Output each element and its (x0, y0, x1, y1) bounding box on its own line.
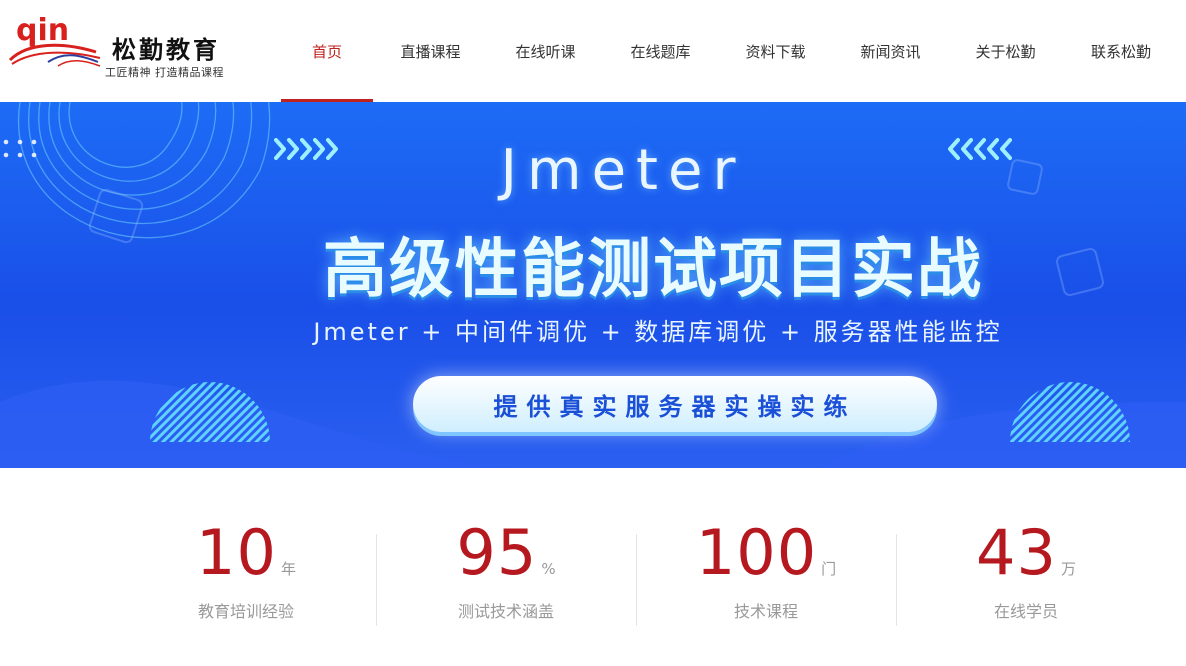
nav-item-contact[interactable]: 联系松勤 (1063, 0, 1179, 102)
stat-experience: 10 年 教育培训经验 (116, 510, 376, 630)
banner-cta-label: 提供真实服务器实操实练 (493, 392, 857, 421)
hero-banner[interactable]: Jmeter 高级性能测试项目实战 Jmeter + 中间件调优 + 数据库调优… (0, 102, 1186, 468)
nav-item-downloads[interactable]: 资料下载 (718, 0, 833, 102)
nav-item-live-courses[interactable]: 直播课程 (373, 0, 488, 102)
stat-value: 100 (695, 516, 818, 589)
stat-value: 43 (976, 516, 1057, 589)
nav-item-online-lessons[interactable]: 在线听课 (488, 0, 603, 102)
brand-logo[interactable]: qin 松勤教育 工匠精神 打造精品课程 (8, 12, 238, 82)
stat-unit: 门 (821, 560, 837, 578)
stat-label: 在线学员 (993, 602, 1058, 621)
stat-value: 10 (196, 516, 277, 589)
banner-cta-pill[interactable]: 提供真实服务器实操实练 (413, 376, 937, 432)
stat-courses: 100 门 技术课程 (636, 510, 896, 630)
stat-value: 95 (456, 516, 538, 589)
stat-unit: % (541, 560, 556, 578)
stats-row: 10 年 教育培训经验 95% 测试技术涵盖 100 门 技术课程 43 万 在线学员 (116, 510, 1156, 640)
nav-item-home[interactable]: 首页 (281, 0, 373, 102)
stat-students: 43 万 在线学员 (896, 510, 1156, 630)
banner-title-cn: 高级性能测试项目实战 (323, 233, 983, 307)
nav-item-news[interactable]: 新闻资讯 (833, 0, 948, 102)
brand-name: 松勤教育 (112, 36, 220, 64)
stat-unit: 年 (280, 560, 296, 578)
stat-label: 技术课程 (733, 602, 798, 621)
nav-item-about[interactable]: 关于松勤 (948, 0, 1063, 102)
svg-text:qin: qin (16, 13, 69, 48)
banner-title-en: Jmeter (500, 138, 746, 203)
site-header: qin 松勤教育 工匠精神 打造精品课程 首页 直播课程 在线听课 在线题库 资… (0, 0, 1186, 102)
nav-item-question-bank[interactable]: 在线题库 (603, 0, 718, 102)
stat-label: 教育培训经验 (197, 602, 294, 621)
stat-unit: 万 (1060, 560, 1076, 578)
stat-coverage: 95% 测试技术涵盖 (376, 510, 636, 630)
banner-subtitle: Jmeter + 中间件调优 + 数据库调优 + 服务器性能监控 (313, 318, 1003, 346)
main-nav: 首页 直播课程 在线听课 在线题库 资料下载 新闻资讯 关于松勤 联系松勤 (281, 0, 1179, 102)
stat-label: 测试技术涵盖 (457, 602, 554, 621)
brand-slogan: 工匠精神 打造精品课程 (105, 66, 224, 79)
qin-logo-icon: qin (8, 13, 101, 67)
